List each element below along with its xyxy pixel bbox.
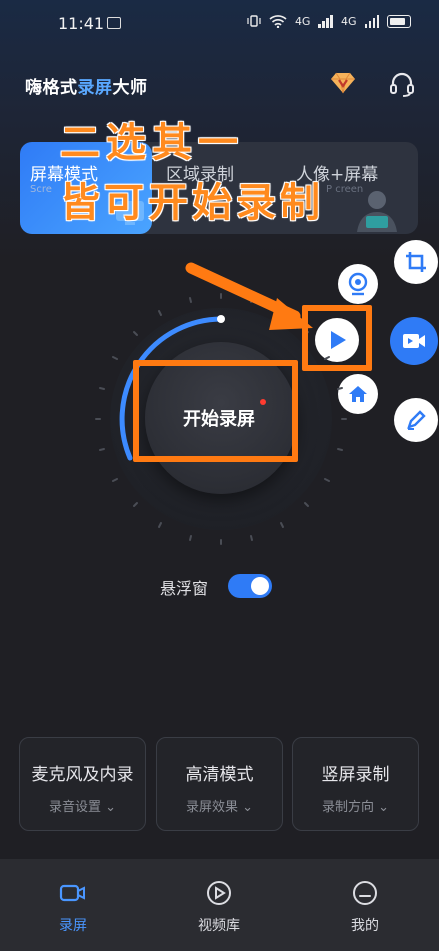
quality-mode-card[interactable]: 高清模式 录屏效果 ⌄ <box>156 737 283 831</box>
play-circle-icon <box>207 881 231 905</box>
nav-item-library[interactable]: 视频库 <box>146 859 292 951</box>
float-window-label: 悬浮窗 <box>160 579 209 598</box>
card-sub: 录制方向 ⌄ <box>321 800 390 815</box>
status-bar: 11:41 4G 4G <box>0 0 439 50</box>
chevron-down-icon: ⌄ <box>237 800 254 815</box>
user-face-icon <box>353 881 377 905</box>
headset-support-icon[interactable] <box>388 70 416 98</box>
annotation-line-1: 二选其一 <box>60 120 244 166</box>
vip-diamond-icon[interactable] <box>331 72 355 94</box>
annotation-line-2: 皆可开始录制 <box>60 180 324 226</box>
mode-tab-sub: Scre <box>30 184 52 195</box>
nav-label: 视频库 <box>198 918 240 934</box>
video-camera-icon <box>59 884 85 902</box>
toggle-knob <box>251 577 269 595</box>
record-video-button[interactable] <box>390 317 438 365</box>
card-title: 麦克风及内录 <box>31 765 134 785</box>
card-sub: 录音设置 ⌄ <box>48 800 117 815</box>
video-camera-icon <box>403 334 425 348</box>
card-sub: 录屏效果 ⌄ <box>185 800 254 815</box>
brush-tool-button[interactable] <box>394 398 438 442</box>
annotation-box-record <box>133 360 298 462</box>
signal-icon-2 <box>364 14 379 28</box>
audio-settings-card[interactable]: 麦克风及内录 录音设置 ⌄ <box>19 737 146 831</box>
crop-icon <box>406 252 426 272</box>
chevron-down-icon: ⌄ <box>373 800 390 815</box>
status-time: 11:41 <box>58 14 105 33</box>
vibrate-icon <box>247 15 261 27</box>
nav-item-profile[interactable]: 我的 <box>292 859 438 951</box>
portrait-illustration-icon <box>357 191 397 232</box>
signal-icon-1 <box>318 14 333 28</box>
bottom-nav: 录屏 视频库 我的 <box>0 859 439 951</box>
nav-label: 录屏 <box>59 918 87 934</box>
float-window-toggle[interactable] <box>228 574 272 598</box>
network-type-1: 4G <box>294 14 311 28</box>
card-title: 高清模式 <box>185 765 254 785</box>
annotation-arrow <box>185 262 313 330</box>
card-title: 竖屏录制 <box>321 765 390 785</box>
battery-icon <box>387 14 411 28</box>
app-title: 嗨格式录屏大师 <box>25 78 148 98</box>
nav-label: 我的 <box>351 918 379 934</box>
crop-tool-button[interactable] <box>394 240 438 284</box>
screen-record-indicator-icon <box>107 17 121 29</box>
nav-item-record[interactable]: 录屏 <box>0 859 146 951</box>
pencil-icon <box>407 410 426 430</box>
network-type-2: 4G <box>340 14 357 28</box>
wifi-icon <box>269 15 287 28</box>
chevron-down-icon: ⌄ <box>100 800 117 815</box>
orientation-card[interactable]: 竖屏录制 录制方向 ⌄ <box>292 737 419 831</box>
status-indicators: 4G 4G <box>247 14 411 28</box>
